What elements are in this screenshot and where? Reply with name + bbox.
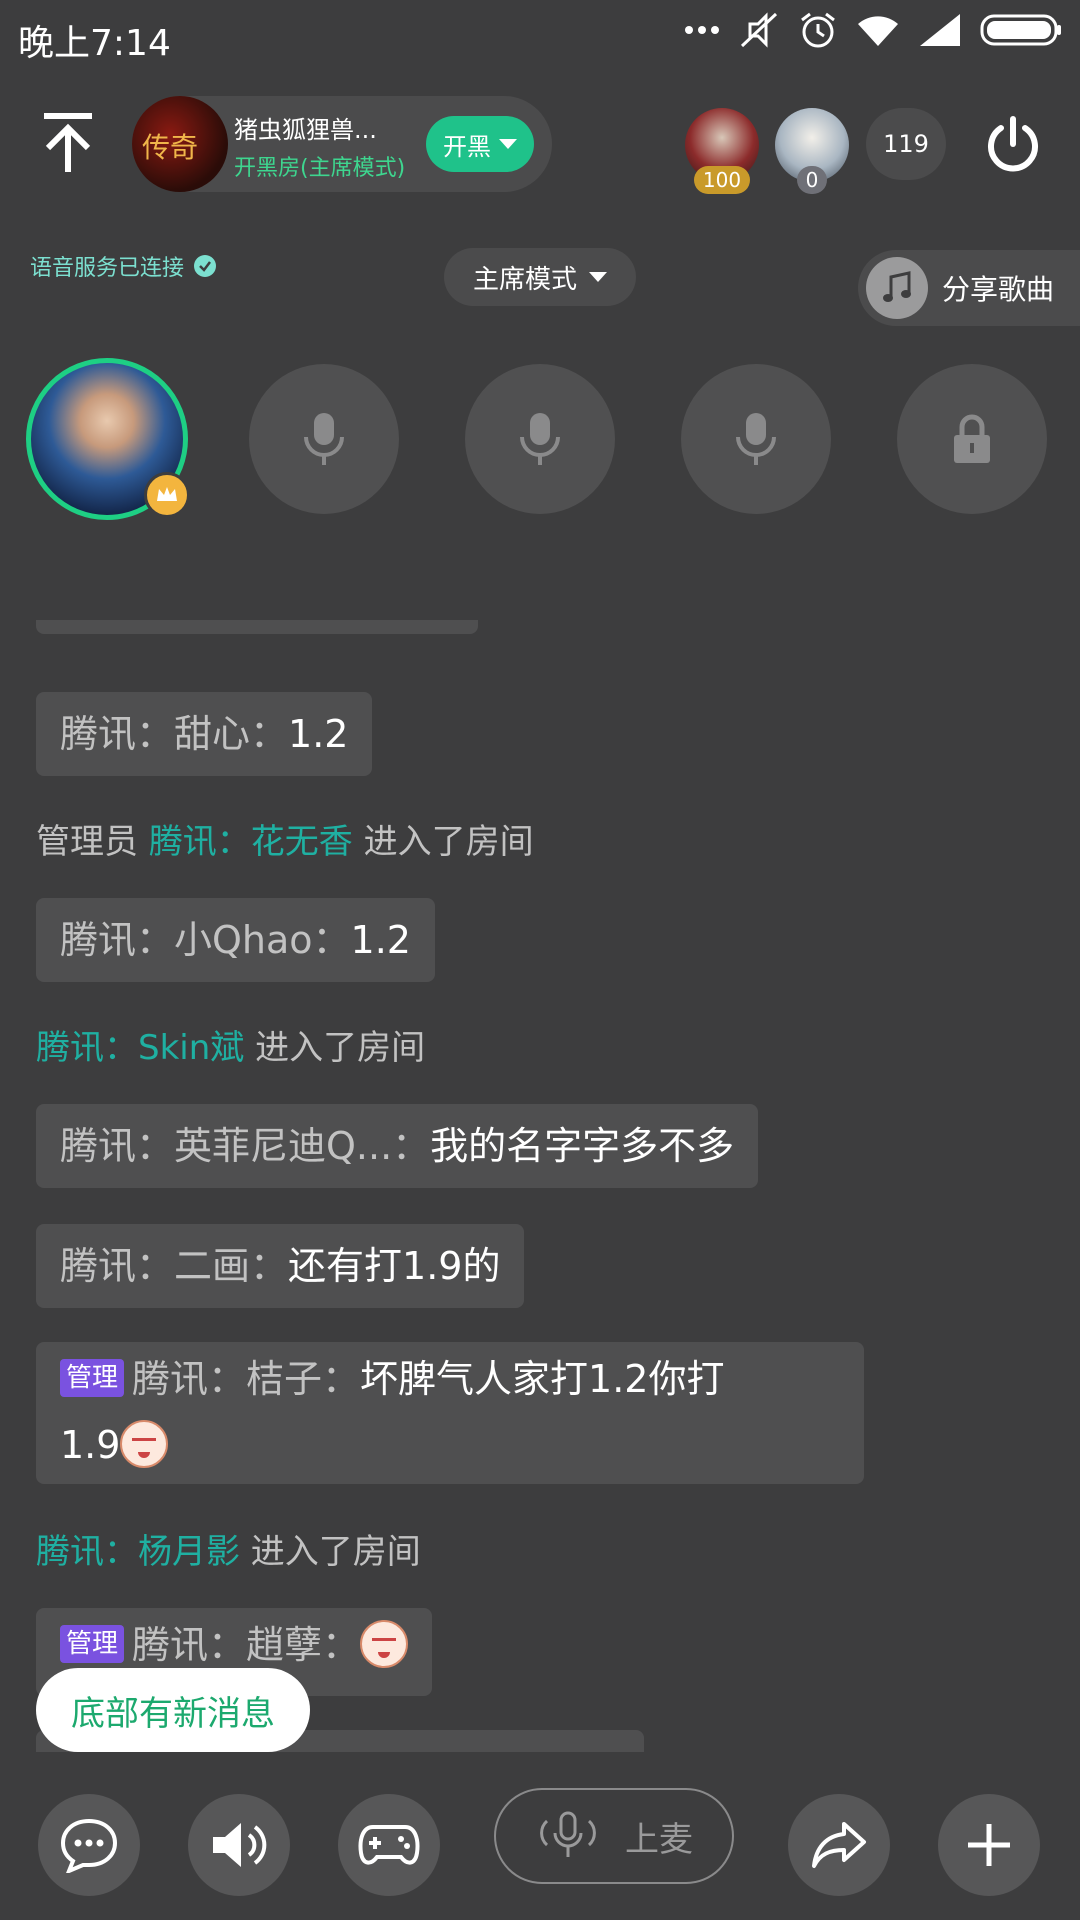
mic-seat-3[interactable] bbox=[681, 364, 831, 514]
sweat-emoji-icon bbox=[360, 1619, 409, 1668]
check-icon bbox=[194, 255, 217, 277]
alarm-icon bbox=[801, 12, 835, 48]
system-message: 腾讯：杨月影 进入了房间 bbox=[36, 1524, 421, 1573]
mic-seat-1[interactable] bbox=[249, 364, 399, 514]
minimize-room-button[interactable] bbox=[40, 112, 96, 176]
gamepad-icon bbox=[358, 1825, 420, 1865]
sweat-emoji-icon bbox=[120, 1419, 169, 1468]
chat-text: 1.2 bbox=[288, 712, 349, 756]
power-icon bbox=[988, 116, 1038, 172]
system-suffix: 进入了房间 bbox=[240, 1532, 421, 1572]
kaihei-label: 开黑 bbox=[443, 132, 491, 161]
chat-message: 腾讯：甜心：1.2 bbox=[36, 692, 373, 776]
more-button[interactable] bbox=[938, 1794, 1040, 1896]
admin-badge: 管理 bbox=[60, 1624, 125, 1663]
chat-list[interactable]: 腾讯：甜心：1.2 管理员 腾讯：花无香 进入了房间 腾讯：小Qhao：1.2 … bbox=[0, 620, 1080, 1752]
mode-select-label: 主席模式 bbox=[472, 264, 577, 295]
mic-seat-2[interactable] bbox=[465, 364, 615, 514]
exit-room-button[interactable] bbox=[984, 116, 1042, 174]
system-prefix: 管理员 bbox=[36, 822, 149, 862]
crown-icon bbox=[144, 472, 190, 518]
music-note-icon bbox=[866, 257, 928, 319]
mode-select[interactable]: 主席模式 bbox=[444, 248, 636, 306]
chat-username[interactable]: 腾讯：Skin斌 bbox=[36, 1028, 244, 1068]
chat-sender: 腾讯：英菲尼迪Q...： bbox=[60, 1124, 431, 1168]
mute-icon bbox=[740, 12, 778, 48]
chat-sender: 腾讯：趙孽： bbox=[132, 1623, 361, 1667]
chat-message: 管理 腾讯：桔子：坏脾气人家打1.2你打 1.9 bbox=[36, 1342, 864, 1484]
voice-status: 语音服务已连接 bbox=[30, 250, 217, 282]
signal-icon bbox=[920, 14, 960, 46]
chat-message: 腾讯：小Qhao：1.2 bbox=[36, 898, 435, 982]
status-icons bbox=[684, 10, 1062, 50]
share-song-label: 分享歌曲 bbox=[942, 273, 1055, 306]
mic-icon bbox=[304, 413, 344, 465]
arrow-up-icon bbox=[44, 113, 92, 172]
share-button[interactable] bbox=[788, 1794, 890, 1896]
system-message: 管理员 腾讯：花无香 进入了房间 bbox=[36, 814, 534, 863]
top-user-badge-2: 0 bbox=[797, 166, 827, 194]
chevron-down-icon bbox=[499, 139, 517, 149]
kaihei-button[interactable]: 开黑 bbox=[426, 116, 534, 172]
room-mode: 开黑房(主席模式) bbox=[234, 156, 406, 181]
go-on-mic-button[interactable]: 上麦 bbox=[494, 1788, 734, 1884]
room-avatar: 传奇 bbox=[132, 96, 228, 192]
locked-seat[interactable] bbox=[897, 364, 1047, 514]
top-user-badge-1: 100 bbox=[694, 166, 750, 194]
chat-sender: 腾讯：二画： bbox=[60, 1244, 289, 1288]
chat-text: 还有打1.9的 bbox=[288, 1244, 501, 1288]
chevron-down-icon bbox=[589, 272, 607, 282]
share-song-button[interactable]: 分享歌曲 bbox=[858, 250, 1080, 326]
share-arrow-icon bbox=[812, 1822, 866, 1868]
mic-button-label: 上麦 bbox=[625, 1819, 693, 1860]
volume-button[interactable] bbox=[188, 1794, 290, 1896]
room-name: 猪虫狐狸兽... bbox=[234, 116, 377, 144]
chat-username[interactable]: 腾讯：杨月影 bbox=[36, 1532, 240, 1572]
voice-status-text: 语音服务已连接 bbox=[30, 256, 185, 281]
chat-message: 腾讯：二画：还有打1.9的 bbox=[36, 1224, 525, 1308]
system-suffix: 进入了房间 bbox=[352, 822, 534, 862]
chat-message-partial bbox=[36, 620, 478, 634]
chat-text: 坏脾气人家打1.2你打 bbox=[360, 1357, 725, 1401]
chat-sender: 腾讯：甜心： bbox=[60, 712, 289, 756]
system-message: 腾讯：Skin斌 进入了房间 bbox=[36, 1020, 425, 1069]
system-suffix: 进入了房间 bbox=[244, 1028, 426, 1068]
wifi-icon bbox=[858, 16, 898, 46]
chat-text: 1.2 bbox=[350, 918, 411, 962]
mic-icon bbox=[736, 413, 776, 465]
chat-text: 我的名字字多不多 bbox=[430, 1124, 735, 1168]
game-button[interactable] bbox=[338, 1794, 440, 1896]
status-time: 晚上7:14 bbox=[18, 23, 171, 64]
online-count-button[interactable]: 119 bbox=[866, 108, 946, 180]
chat-bubble-icon bbox=[60, 1818, 118, 1873]
mic-waves-icon bbox=[540, 1811, 596, 1857]
room-avatar-text: 传奇 bbox=[142, 131, 199, 164]
chat-sender: 腾讯：小Qhao： bbox=[60, 918, 351, 962]
more-dots-icon bbox=[685, 26, 719, 34]
mic-icon bbox=[520, 413, 560, 465]
chat-sender: 腾讯：桔子： bbox=[132, 1357, 361, 1401]
battery-icon bbox=[980, 14, 1061, 46]
chat-message: 腾讯：英菲尼迪Q...：我的名字字多不多 bbox=[36, 1104, 759, 1188]
plus-icon bbox=[968, 1824, 1010, 1866]
room-info-pill[interactable]: 传奇 猪虫狐狸兽... 开黑房(主席模式) 开黑 bbox=[132, 96, 552, 192]
lock-icon bbox=[954, 414, 990, 463]
admin-badge: 管理 bbox=[60, 1358, 125, 1397]
chat-text: 1.9 bbox=[60, 1423, 121, 1467]
speaker-icon bbox=[213, 1823, 267, 1867]
chat-button[interactable] bbox=[38, 1794, 140, 1896]
chat-username[interactable]: 腾讯：花无香 bbox=[149, 822, 353, 862]
new-message-button[interactable]: 底部有新消息 bbox=[36, 1668, 310, 1752]
